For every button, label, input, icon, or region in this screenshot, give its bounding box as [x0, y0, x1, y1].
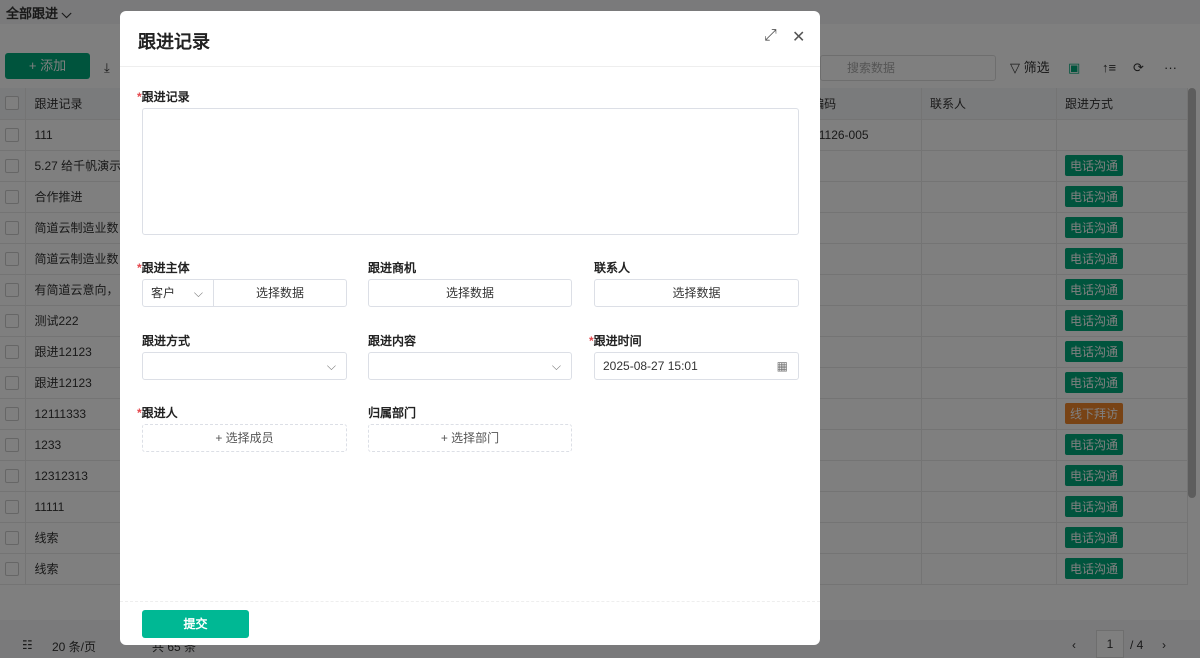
dialog-title: 跟进记录 [138, 32, 210, 52]
content-select[interactable]: ⌵ [368, 352, 572, 380]
subject-type-select[interactable]: 客户 ⌵ [142, 279, 214, 307]
method-label: 跟进方式 [142, 334, 191, 348]
subject-label: 跟进主体 [141, 261, 190, 275]
contact-select-data-button[interactable]: 选择数据 [594, 279, 799, 307]
chevron-down-icon: ⌵ [551, 359, 561, 373]
select-department-button[interactable]: + 选择部门 [368, 424, 572, 452]
submit-button[interactable]: 提交 [142, 610, 249, 638]
method-select[interactable]: ⌵ [142, 352, 347, 380]
record-label: 跟进记录 [141, 90, 190, 104]
content-label: 跟进内容 [368, 334, 417, 348]
opportunity-label: 跟进商机 [368, 261, 417, 275]
chevron-down-icon: ⌵ [326, 359, 336, 373]
footer-divider [120, 601, 820, 602]
follower-label: 跟进人 [141, 406, 178, 420]
contact-label: 联系人 [594, 261, 631, 275]
opportunity-select-data-button[interactable]: 选择数据 [368, 279, 572, 307]
time-label: 跟进时间 [593, 334, 642, 348]
calendar-icon: ▦ [776, 359, 788, 373]
follow-up-dialog: 跟进记录 ⤢ ✕ *跟进记录 *跟进主体 客户 ⌵ 选择数据 跟进商机 选择数据 … [120, 11, 820, 645]
dialog-header: 跟进记录 ⤢ ✕ [120, 11, 820, 67]
select-member-button[interactable]: + 选择成员 [142, 424, 347, 452]
expand-icon[interactable]: ⤢ [764, 27, 777, 45]
chevron-down-icon: ⌵ [193, 286, 203, 300]
subject-select-data-button[interactable]: 选择数据 [213, 279, 347, 307]
close-icon[interactable]: ✕ [792, 27, 805, 47]
record-textarea[interactable] [142, 108, 799, 235]
time-picker[interactable]: 2025-08-27 15:01 ▦ [594, 352, 799, 380]
department-label: 归属部门 [368, 406, 417, 420]
